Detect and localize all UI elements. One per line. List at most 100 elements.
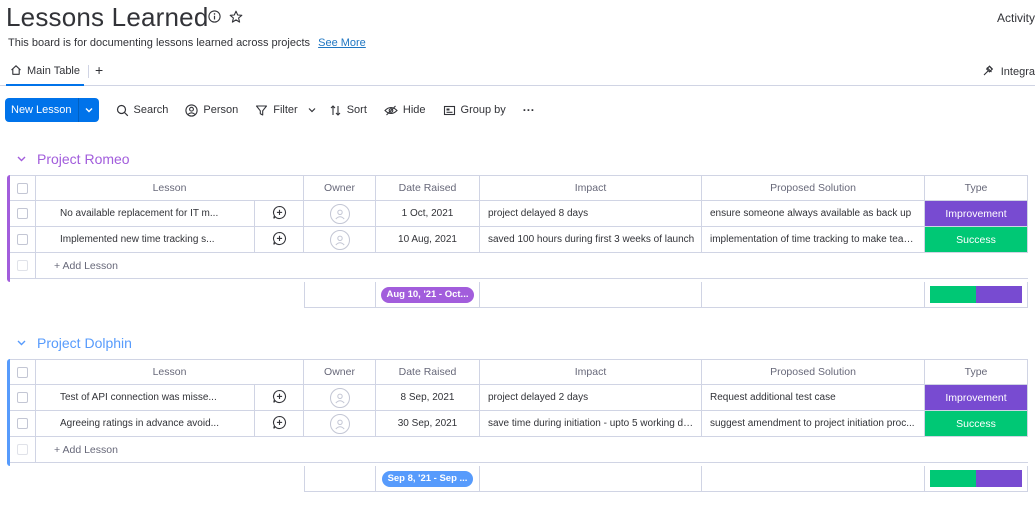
date-cell[interactable]: 10 Aug, 2021 (376, 227, 480, 253)
column-header-date-raised[interactable]: Date Raised (376, 359, 480, 385)
tab-main-table[interactable]: Main Table (6, 58, 84, 86)
chevron-down-icon[interactable] (16, 151, 27, 167)
type-distribution-bar[interactable] (930, 470, 1022, 487)
lesson-name[interactable]: No available replacement for IT m... (36, 208, 254, 219)
impact-cell[interactable]: saved 100 hours during first 3 weeks of … (480, 227, 702, 253)
impact-cell[interactable]: project delayed 8 days (480, 201, 702, 227)
type-status-cell[interactable]: Improvement (925, 201, 1028, 227)
impact-cell[interactable]: save time during initiation - upto 5 wor… (480, 411, 702, 437)
info-icon[interactable] (208, 10, 221, 24)
new-lesson-button[interactable]: New Lesson (5, 98, 99, 122)
lesson-cell[interactable]: Test of API connection was misse... (36, 385, 255, 411)
table-row[interactable]: Implemented new time tracking s... 10 Au… (7, 227, 1035, 253)
add-item-row[interactable]: + Add Lesson (7, 253, 1035, 279)
summary-type-cell[interactable] (925, 466, 1028, 492)
chevron-down-icon[interactable] (79, 98, 99, 122)
date-cell[interactable]: 30 Sep, 2021 (376, 411, 480, 437)
sort-button[interactable]: Sort (329, 104, 367, 117)
solution-cell[interactable]: ensure someone always available as back … (702, 201, 925, 227)
lesson-name[interactable]: Implemented new time tracking s... (36, 234, 254, 245)
column-header-date-raised[interactable]: Date Raised (376, 175, 480, 201)
updates-cell[interactable] (255, 385, 304, 411)
person-avatar-icon[interactable] (329, 203, 350, 224)
star-icon[interactable] (229, 10, 243, 24)
person-avatar-icon[interactable] (329, 413, 350, 434)
column-header-lesson[interactable]: Lesson (36, 359, 304, 385)
add-update-icon[interactable] (272, 415, 287, 433)
group-name[interactable]: Project Dolphin (37, 335, 132, 351)
type-distribution-bar[interactable] (930, 286, 1022, 303)
lesson-name[interactable]: Agreeing ratings in advance avoid... (36, 418, 254, 429)
owner-cell[interactable] (304, 411, 376, 437)
filter-button[interactable]: Filter (255, 104, 316, 117)
impact-cell[interactable]: project delayed 2 days (480, 385, 702, 411)
column-header-proposed-solution[interactable]: Proposed Solution (702, 359, 925, 385)
chevron-down-icon[interactable] (307, 105, 317, 115)
select-all-checkbox[interactable] (17, 366, 28, 378)
type-status-cell[interactable]: Success (925, 227, 1028, 253)
owner-cell[interactable] (304, 385, 376, 411)
row-checkbox[interactable] (17, 208, 28, 219)
column-header-proposed-solution[interactable]: Proposed Solution (702, 175, 925, 201)
group-table-dolphin: Lesson Owner Date Raised Impact Proposed… (7, 359, 1035, 492)
type-status-cell[interactable]: Improvement (925, 385, 1028, 411)
person-avatar-icon[interactable] (329, 387, 350, 408)
add-update-icon[interactable] (272, 389, 287, 407)
solution-cell[interactable]: Request additional test case (702, 385, 925, 411)
updates-cell[interactable] (255, 411, 304, 437)
chevron-down-icon[interactable] (16, 335, 27, 351)
column-header-lesson[interactable]: Lesson (36, 175, 304, 201)
group-header-dolphin[interactable]: Project Dolphin (16, 335, 132, 351)
row-checkbox[interactable] (17, 418, 28, 429)
person-filter-button[interactable]: Person (185, 103, 238, 117)
column-header-owner[interactable]: Owner (304, 359, 376, 385)
owner-cell[interactable] (304, 201, 376, 227)
group-header-romeo[interactable]: Project Romeo (16, 151, 130, 167)
lesson-cell[interactable]: Agreeing ratings in advance avoid... (36, 411, 255, 437)
table-row[interactable]: Agreeing ratings in advance avoid... 30 … (7, 411, 1035, 437)
summary-date-cell[interactable]: Aug 10, '21 - Oct... (376, 282, 480, 308)
person-avatar-icon[interactable] (329, 229, 350, 250)
table-row[interactable]: No available replacement for IT m... 1 O… (7, 201, 1035, 227)
column-header-impact[interactable]: Impact (480, 175, 702, 201)
table-row[interactable]: Test of API connection was misse... 8 Se… (7, 385, 1035, 411)
type-status-cell[interactable]: Success (925, 411, 1028, 437)
group-by-button[interactable]: Group by (443, 104, 506, 117)
add-view-button[interactable]: + (95, 62, 103, 78)
more-options-button[interactable]: ··· (523, 103, 535, 117)
success-segment (930, 470, 976, 487)
integrate-button[interactable]: Integra (982, 64, 1035, 80)
date-range-pill[interactable]: Aug 10, '21 - Oct... (380, 286, 475, 303)
add-update-icon[interactable] (272, 205, 287, 223)
add-update-icon[interactable] (272, 231, 287, 249)
updates-cell[interactable] (255, 227, 304, 253)
summary-type-cell[interactable] (925, 282, 1028, 308)
group-name[interactable]: Project Romeo (37, 151, 130, 167)
date-cell[interactable]: 8 Sep, 2021 (376, 385, 480, 411)
column-header-owner[interactable]: Owner (304, 175, 376, 201)
column-header-impact[interactable]: Impact (480, 359, 702, 385)
select-all-checkbox[interactable] (17, 182, 28, 194)
lesson-name[interactable]: Test of API connection was misse... (36, 392, 254, 403)
row-checkbox[interactable] (17, 234, 28, 245)
summary-date-cell[interactable]: Sep 8, '21 - Sep ... (376, 466, 480, 492)
updates-cell[interactable] (255, 201, 304, 227)
lesson-cell[interactable]: Implemented new time tracking s... (36, 227, 255, 253)
solution-cell[interactable]: implementation of time tracking to make … (702, 227, 925, 253)
activity-link[interactable]: Activity (997, 11, 1035, 25)
hide-button[interactable]: Hide (384, 104, 426, 117)
column-header-type[interactable]: Type (925, 175, 1028, 201)
owner-cell[interactable] (304, 227, 376, 253)
date-range-pill[interactable]: Sep 8, '21 - Sep ... (381, 470, 474, 487)
column-header-type[interactable]: Type (925, 359, 1028, 385)
search-button[interactable]: Search (116, 104, 168, 117)
add-lesson-input[interactable]: + Add Lesson (36, 253, 1028, 279)
add-item-row[interactable]: + Add Lesson (7, 437, 1035, 463)
new-lesson-label[interactable]: New Lesson (5, 98, 79, 122)
lesson-cell[interactable]: No available replacement for IT m... (36, 201, 255, 227)
solution-cell[interactable]: suggest amendment to project initiation … (702, 411, 925, 437)
add-lesson-input[interactable]: + Add Lesson (36, 437, 1028, 463)
row-checkbox[interactable] (17, 392, 28, 403)
date-cell[interactable]: 1 Oct, 2021 (376, 201, 480, 227)
see-more-link[interactable]: See More (318, 37, 366, 49)
